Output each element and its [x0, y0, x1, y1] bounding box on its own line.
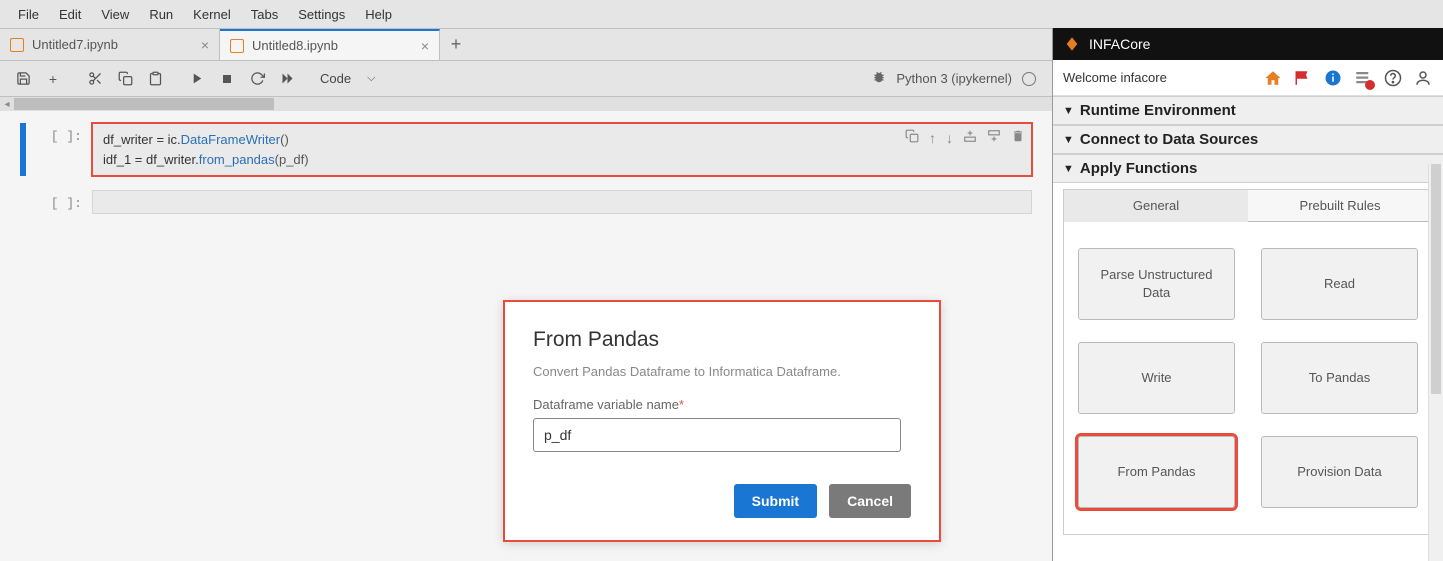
cell-prompt: [ ]: — [30, 190, 92, 214]
sidebar-welcome-bar: Welcome infacore — [1053, 60, 1443, 96]
restart-button[interactable] — [244, 66, 270, 92]
home-icon[interactable] — [1263, 68, 1283, 88]
section-runtime-environment[interactable]: ▼ Runtime Environment — [1053, 96, 1443, 125]
menu-help[interactable]: Help — [355, 3, 402, 26]
menu-bar: File Edit View Run Kernel Tabs Settings … — [0, 0, 1443, 28]
cut-button[interactable] — [82, 66, 108, 92]
cell-inline-toolbar: ↑ ↓ — [905, 128, 1025, 149]
menu-edit[interactable]: Edit — [49, 3, 91, 26]
dialog-field-label: Dataframe variable name* — [533, 397, 911, 412]
run-all-button[interactable] — [274, 66, 300, 92]
section-title: Runtime Environment — [1080, 102, 1236, 119]
insert-above-icon[interactable] — [963, 128, 977, 149]
tab-untitled8[interactable]: Untitled8.ipynb × — [220, 29, 440, 60]
menu-settings[interactable]: Settings — [288, 3, 355, 26]
kernel-name[interactable]: Python 3 (ipykernel) — [896, 71, 1012, 86]
cell-type-select[interactable]: Code ⌵ — [312, 69, 383, 88]
code-cell-2[interactable]: [ ]: — [20, 190, 1032, 214]
tab-bar: Untitled7.ipynb × Untitled8.ipynb × + — [0, 29, 1052, 61]
help-icon[interactable] — [1383, 68, 1403, 88]
submit-button[interactable]: Submit — [734, 484, 817, 518]
sidebar-header: INFACore — [1053, 28, 1443, 60]
fn-from-pandas[interactable]: From Pandas — [1078, 436, 1235, 508]
dialog-title: From Pandas — [533, 328, 911, 352]
cell-type-label: Code — [320, 71, 351, 86]
section-apply-functions[interactable]: ▼ Apply Functions — [1053, 154, 1443, 183]
delete-icon[interactable] — [1011, 128, 1025, 149]
info-icon[interactable] — [1323, 68, 1343, 88]
tab-general[interactable]: General — [1064, 190, 1248, 222]
duplicate-icon[interactable] — [905, 128, 919, 149]
user-icon[interactable] — [1413, 68, 1433, 88]
menu-kernel[interactable]: Kernel — [183, 3, 241, 26]
caret-down-icon: ▼ — [1063, 163, 1074, 175]
cell-bar — [20, 190, 26, 214]
code-cell-1[interactable]: [ ]: ↑ ↓ df_writer = ic.DataFrameWriter(… — [20, 123, 1032, 176]
save-button[interactable] — [10, 66, 36, 92]
cell-active-bar — [20, 123, 26, 176]
tab-untitled7[interactable]: Untitled7.ipynb × — [0, 29, 220, 60]
copy-button[interactable] — [112, 66, 138, 92]
fn-parse-unstructured[interactable]: Parse Unstructured Data — [1078, 248, 1235, 320]
kernel-status-icon[interactable] — [1022, 72, 1036, 86]
caret-down-icon: ▼ — [1063, 134, 1074, 146]
add-cell-button[interactable]: + — [40, 66, 66, 92]
dataframe-name-input[interactable] — [533, 418, 901, 452]
welcome-text: Welcome infacore — [1063, 70, 1167, 85]
cell-editor[interactable]: ↑ ↓ df_writer = ic.DataFrameWriter() idf… — [92, 123, 1032, 176]
section-connect-data-sources[interactable]: ▼ Connect to Data Sources — [1053, 125, 1443, 154]
cell-editor[interactable] — [92, 190, 1032, 214]
list-alert-icon[interactable] — [1353, 68, 1373, 88]
menu-tabs[interactable]: Tabs — [241, 3, 288, 26]
cancel-button[interactable]: Cancel — [829, 484, 911, 518]
scroll-left-icon[interactable]: ◂ — [0, 99, 14, 110]
infacore-logo-icon — [1063, 35, 1081, 53]
horizontal-scrollbar[interactable]: ◂ — [0, 97, 1052, 111]
section-title: Connect to Data Sources — [1080, 131, 1258, 148]
sidebar-panel: INFACore Welcome infacore ▼ Runtime Envi… — [1052, 28, 1443, 561]
dialog-description: Convert Pandas Dataframe to Informatica … — [533, 364, 911, 379]
function-tab-row: General Prebuilt Rules — [1063, 189, 1433, 222]
tab-prebuilt-rules[interactable]: Prebuilt Rules — [1248, 190, 1432, 221]
sidebar-scroll-thumb[interactable] — [1431, 164, 1441, 394]
paste-button[interactable] — [142, 66, 168, 92]
cell-prompt: [ ]: — [30, 123, 92, 176]
run-button[interactable] — [184, 66, 210, 92]
caret-down-icon: ▼ — [1063, 105, 1074, 117]
scroll-track[interactable] — [14, 97, 1052, 111]
add-tab-button[interactable]: + — [440, 29, 472, 60]
chevron-down-icon: ⌵ — [367, 72, 375, 85]
fn-write[interactable]: Write — [1078, 342, 1235, 414]
notebook-icon — [10, 38, 24, 52]
move-up-icon[interactable]: ↑ — [929, 128, 936, 149]
function-grid: Parse Unstructured Data Read Write To Pa… — [1063, 222, 1433, 535]
stop-button[interactable] — [214, 66, 240, 92]
section-title: Apply Functions — [1080, 160, 1198, 177]
insert-below-icon[interactable] — [987, 128, 1001, 149]
menu-view[interactable]: View — [91, 3, 139, 26]
sidebar-scrollbar[interactable] — [1428, 164, 1443, 561]
notebook-icon — [230, 39, 244, 53]
close-icon[interactable]: × — [421, 38, 429, 54]
move-down-icon[interactable]: ↓ — [946, 128, 953, 149]
fn-to-pandas[interactable]: To Pandas — [1261, 342, 1418, 414]
fn-read[interactable]: Read — [1261, 248, 1418, 320]
tab-label: Untitled8.ipynb — [252, 38, 338, 53]
notebook-toolbar: + Code ⌵ Python 3 (ipykernel) — [0, 61, 1052, 97]
flag-icon[interactable] — [1293, 68, 1313, 88]
menu-run[interactable]: Run — [139, 3, 183, 26]
bug-icon[interactable] — [872, 70, 886, 87]
tab-label: Untitled7.ipynb — [32, 37, 118, 52]
sidebar-brand: INFACore — [1089, 36, 1150, 52]
from-pandas-dialog: From Pandas Convert Pandas Dataframe to … — [503, 300, 941, 542]
fn-provision-data[interactable]: Provision Data — [1261, 436, 1418, 508]
scroll-thumb[interactable] — [14, 98, 274, 110]
close-icon[interactable]: × — [201, 37, 209, 53]
menu-file[interactable]: File — [8, 3, 49, 26]
